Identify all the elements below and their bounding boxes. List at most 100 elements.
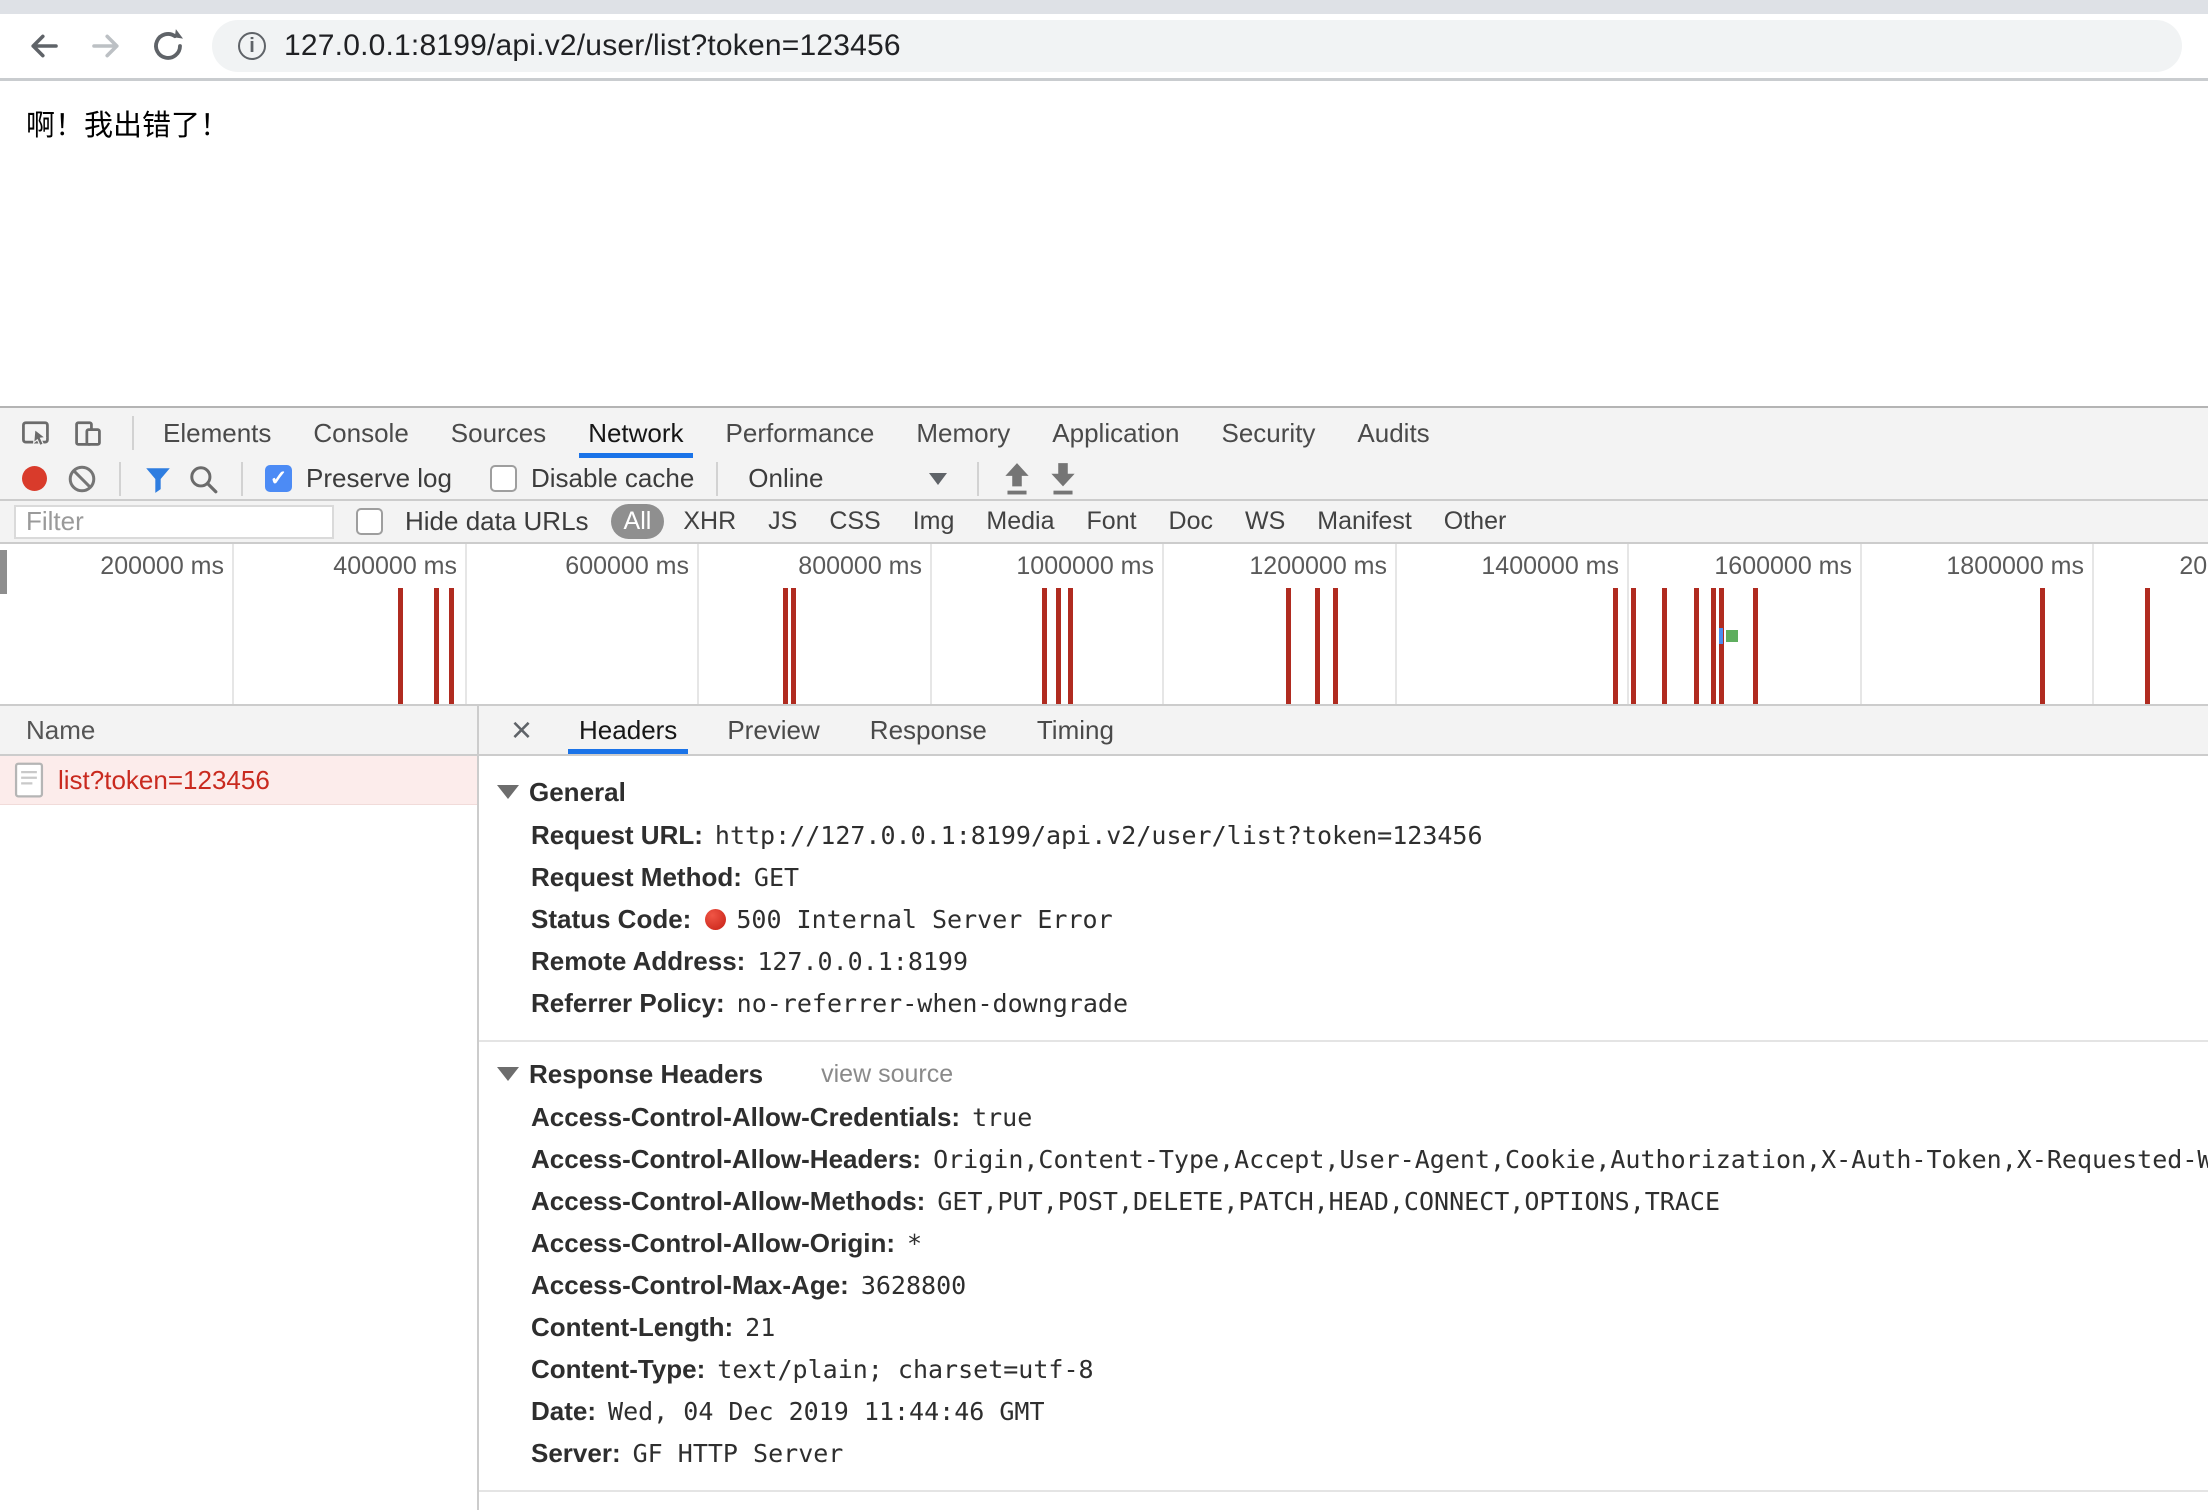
timeline-activity-bar [1056,588,1061,706]
timeline-tick-label: 2000000 ms [2067,552,2208,581]
chevron-down-icon [929,473,947,485]
inspect-element-icon[interactable] [14,413,58,453]
site-info-icon[interactable]: i [238,32,266,60]
timeline-activity-bar [1042,588,1047,706]
details-tab-response[interactable]: Response [845,706,1012,754]
timeline-activity-bar [791,588,796,706]
tab-application[interactable]: Application [1031,408,1200,458]
preserve-log-label: Preserve log [306,463,452,494]
forward-icon[interactable] [88,28,124,64]
timeline-activity-bar [1613,588,1618,706]
throttling-value: Online [748,463,823,494]
field-value: 3628800 [861,1271,966,1300]
export-har-icon[interactable] [1047,461,1079,497]
tab-security[interactable]: Security [1201,408,1337,458]
field-label: Access-Control-Allow-Origin: [531,1228,895,1258]
close-icon[interactable]: × [489,706,554,754]
status-error-dot [705,909,726,930]
preserve-log-checkbox[interactable] [265,465,292,492]
separator [119,462,121,496]
type-filter-other[interactable]: Other [1431,504,1520,539]
filter-funnel-icon[interactable] [143,464,173,494]
timeline-event-marker [1726,630,1738,642]
back-icon[interactable] [26,28,62,64]
tab-sources[interactable]: Sources [430,408,567,458]
tab-memory[interactable]: Memory [895,408,1031,458]
request-type-filters: All XHR JS CSS Img Media Font Doc WS Man… [611,504,1520,539]
section-title: Response Headers [529,1059,763,1090]
search-icon[interactable] [187,463,219,495]
browser-toolbar: i 127.0.0.1:8199/api.v2/user/list?token=… [0,14,2208,81]
header-field: Access-Control-Allow-Credentials:true [531,1096,2208,1138]
tab-performance[interactable]: Performance [705,408,896,458]
header-field: Access-Control-Allow-Methods:GET,PUT,POS… [531,1180,2208,1222]
type-filter-js[interactable]: JS [755,504,810,539]
field-label: Status Code: [531,904,691,934]
request-headers-section-header[interactable]: Request Headers view source [497,1502,2208,1510]
timeline-activity-bar [1662,588,1667,706]
field-value: text/plain; charset=utf-8 [717,1355,1093,1384]
header-field: Server:GF HTTP Server [531,1432,2208,1474]
type-filter-css[interactable]: CSS [816,504,893,539]
timeline-tick-label: 200000 ms [0,552,224,581]
header-field: Date:Wed, 04 Dec 2019 11:44:46 GMT [531,1390,2208,1432]
tab-audits[interactable]: Audits [1336,408,1450,458]
devtools-tool-icons [0,408,124,458]
timeline-tick-label: 1000000 ms [904,552,1154,581]
type-filter-ws[interactable]: WS [1232,504,1298,539]
field-value: * [907,1229,922,1258]
url-text[interactable]: 127.0.0.1:8199/api.v2/user/list?token=12… [284,29,901,63]
record-button[interactable] [22,466,47,491]
view-source-link[interactable]: view source [821,1060,953,1089]
tab-console[interactable]: Console [292,408,429,458]
general-section-header[interactable]: General [497,770,2208,814]
field-label: Server: [531,1438,621,1468]
field-label: Access-Control-Allow-Headers: [531,1144,921,1174]
separator [241,462,243,496]
requests-name-header[interactable]: Name [0,706,477,756]
field-label: Request URL: [531,820,703,850]
field-value: true [972,1103,1032,1132]
import-har-icon[interactable] [1001,461,1033,497]
hide-data-urls-checkbox[interactable] [356,508,383,535]
timeline-activity-bar [2040,588,2045,706]
tab-network[interactable]: Network [567,408,704,458]
field-value: GET [754,863,799,892]
type-filter-img[interactable]: Img [900,504,968,539]
screen: i 127.0.0.1:8199/api.v2/user/list?token=… [0,0,2208,1510]
page-content: 啊！我出错了！ [0,84,2208,406]
field-label: Date: [531,1396,596,1426]
timeline-activity-bar [1753,588,1758,706]
type-filter-manifest[interactable]: Manifest [1304,504,1424,539]
details-tab-timing[interactable]: Timing [1012,706,1139,754]
clear-icon[interactable] [67,464,97,494]
type-filter-media[interactable]: Media [973,504,1067,539]
reload-icon[interactable] [150,28,186,64]
header-field: Request URL:http://127.0.0.1:8199/api.v2… [531,814,2208,856]
details-tab-preview[interactable]: Preview [702,706,844,754]
header-field: Content-Length:21 [531,1306,2208,1348]
throttling-dropdown[interactable]: Online [740,463,955,494]
network-timeline[interactable]: 200000 ms400000 ms600000 ms800000 ms1000… [0,544,2208,706]
timeline-activity-bar [1711,588,1716,706]
header-field: Referrer Policy:no-referrer-when-downgra… [531,982,2208,1024]
request-details-panel: × Headers Preview Response Timing Genera… [479,706,2208,1510]
filter-input[interactable] [14,505,334,539]
disable-cache-checkbox[interactable] [490,465,517,492]
timeline-activity-bar [449,588,454,706]
type-filter-xhr[interactable]: XHR [670,504,749,539]
field-value: 21 [745,1313,775,1342]
response-headers-section-header[interactable]: Response Headers view source [497,1052,2208,1096]
type-filter-font[interactable]: Font [1074,504,1150,539]
type-filter-doc[interactable]: Doc [1156,504,1226,539]
timeline-activity-bar [1631,588,1636,706]
tab-elements[interactable]: Elements [142,408,292,458]
separator [716,462,718,496]
timeline-activity-bar [1694,588,1699,706]
device-toolbar-icon[interactable] [66,413,110,453]
request-row[interactable]: list?token=123456 [0,756,477,805]
type-filter-all[interactable]: All [611,504,665,539]
address-bar[interactable]: i 127.0.0.1:8199/api.v2/user/list?token=… [212,20,2182,72]
details-tab-headers[interactable]: Headers [554,706,702,754]
timeline-activity-bar [1333,588,1338,706]
